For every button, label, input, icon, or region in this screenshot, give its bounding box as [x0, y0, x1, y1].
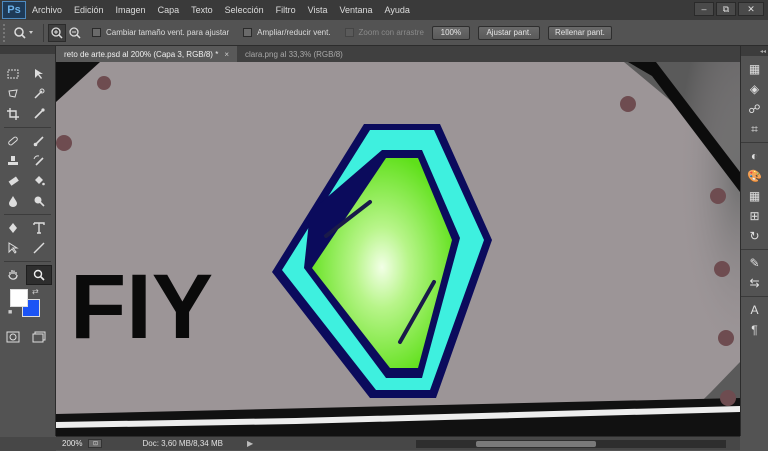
line-tool-icon[interactable]: [26, 238, 52, 258]
status-menu-arrow-icon[interactable]: ▶: [247, 439, 253, 448]
restore-button[interactable]: ⧉: [716, 2, 736, 16]
eyedropper-icon[interactable]: [26, 104, 52, 124]
layers-panel-icon[interactable]: ◈: [741, 79, 768, 99]
color-panel-icon[interactable]: 🎨: [741, 166, 768, 186]
menu-seleccion[interactable]: Selección: [219, 0, 270, 20]
right-panel-dock: ◂◂ ▦ ◈ ☍ ⌗ ◐ 🎨 ▦ ⊞ ↻ ✎ ⇆ A ¶: [740, 46, 768, 436]
zoom-out-icon[interactable]: [66, 24, 84, 42]
brush-icon[interactable]: [26, 131, 52, 151]
menu-edicion[interactable]: Edición: [68, 0, 110, 20]
color-swatches: ⇄ ■: [0, 287, 55, 321]
fit-screen-button[interactable]: Ajustar pant.: [477, 25, 540, 40]
eraser-icon[interactable]: [0, 171, 26, 191]
window-controls: – ⧉ ✕: [694, 2, 764, 16]
checkbox-box[interactable]: [92, 28, 101, 37]
quick-mask-icon[interactable]: [0, 327, 26, 347]
menu-texto[interactable]: Texto: [185, 0, 219, 20]
scrubby-zoom-label: Zoom con arrastre: [358, 28, 424, 37]
history-panel-icon[interactable]: ↻: [741, 226, 768, 246]
tab-clara[interactable]: clara.png al 33,3% (RGB/8): [237, 46, 351, 62]
path-selection-icon[interactable]: [0, 238, 26, 258]
zoom-level-readout[interactable]: 200%: [56, 439, 88, 448]
minimize-button[interactable]: –: [694, 2, 714, 16]
horizontal-scrollbar[interactable]: [416, 440, 726, 448]
checkbox-box[interactable]: [344, 28, 354, 37]
dock-collapse-icon[interactable]: ◂◂: [741, 46, 768, 56]
healing-brush-icon[interactable]: [0, 131, 26, 151]
clone-source-icon[interactable]: ⇆: [741, 273, 768, 293]
dock-bottom: [740, 436, 768, 450]
history-brush-icon[interactable]: [26, 151, 52, 171]
swap-colors-icon[interactable]: ⇄: [32, 287, 39, 296]
tab-label: reto de arte.psd al 200% (Capa 3, RGB/8)…: [64, 49, 219, 59]
type-tool-icon[interactable]: [26, 218, 52, 238]
options-bar: Cambiar tamaño vent. para ajustar Amplia…: [0, 20, 768, 46]
status-bar: 200% ⊡ Doc: 3,60 MB/8,34 MB ▶: [0, 436, 740, 451]
default-colors-icon[interactable]: ■: [8, 309, 12, 316]
scrubby-zoom-checkbox[interactable]: Zoom con arrastre: [344, 28, 424, 37]
foreground-color-swatch[interactable]: [10, 289, 28, 307]
hand-tool-icon[interactable]: [0, 265, 26, 285]
rectangular-marquee-icon[interactable]: [0, 64, 26, 84]
channels-panel-icon[interactable]: ☍: [741, 99, 768, 119]
screen-mode-icon[interactable]: [26, 327, 52, 347]
zoom-all-windows-checkbox[interactable]: Ampliar/reducir vent.: [243, 28, 331, 37]
menu-archivo[interactable]: Archivo: [26, 0, 68, 20]
swatches-panel-icon[interactable]: ▦: [741, 186, 768, 206]
fill-screen-button[interactable]: Rellenar pant.: [547, 25, 612, 40]
paint-bucket-icon[interactable]: [26, 171, 52, 191]
resize-windows-checkbox[interactable]: Cambiar tamaño vent. para ajustar: [92, 28, 229, 37]
zoom-in-icon[interactable]: [48, 23, 66, 42]
photoshop-logo: Ps: [2, 1, 26, 19]
zoom-tool-icon[interactable]: [26, 265, 52, 285]
brush-presets-icon[interactable]: ✎: [741, 253, 768, 273]
menu-bar: Ps Archivo Edición Imagen Capa Texto Sel…: [0, 0, 768, 20]
tools-panel-header[interactable]: [0, 46, 55, 54]
blur-icon[interactable]: [0, 191, 26, 211]
quick-selection-icon[interactable]: [26, 84, 52, 104]
canvas-text: FIY: [70, 256, 213, 358]
resize-windows-label: Cambiar tamaño vent. para ajustar: [106, 28, 230, 37]
menu-ventana[interactable]: Ventana: [334, 0, 379, 20]
menu-ayuda[interactable]: Ayuda: [379, 0, 416, 20]
proof-icon[interactable]: ⊡: [88, 439, 103, 448]
document-canvas[interactable]: FIY: [56, 62, 740, 436]
pen-icon[interactable]: [0, 218, 26, 238]
lasso-icon[interactable]: [0, 84, 26, 104]
separator: [4, 214, 51, 215]
adjustments-panel-icon[interactable]: ◐: [741, 146, 768, 166]
zoom-tool-preset-icon[interactable]: [9, 23, 39, 43]
tab-reto-de-arte[interactable]: reto de arte.psd al 200% (Capa 3, RGB/8)…: [56, 46, 237, 62]
menu-filtro[interactable]: Filtro: [270, 0, 302, 20]
clone-stamp-icon[interactable]: [0, 151, 26, 171]
paths-panel-icon[interactable]: ⌗: [741, 119, 768, 139]
zoom-all-windows-label: Ampliar/reducir vent.: [257, 28, 331, 37]
move-tool-icon[interactable]: [26, 64, 52, 84]
tab-label: clara.png al 33,3% (RGB/8): [244, 49, 343, 59]
artwork: FIY: [56, 62, 740, 436]
separator: [4, 127, 51, 128]
menu-imagen[interactable]: Imagen: [110, 0, 152, 20]
tools-panel: ⇄ ■: [0, 46, 56, 436]
close-tab-icon[interactable]: ×: [224, 50, 229, 59]
status-bar-left: [0, 437, 56, 451]
dodge-icon[interactable]: [26, 191, 52, 211]
crop-icon[interactable]: [0, 104, 26, 124]
zoom-100-button[interactable]: 100%: [431, 25, 470, 40]
menu-capa[interactable]: Capa: [152, 0, 186, 20]
close-window-button[interactable]: ✕: [738, 2, 764, 16]
info-panel-icon[interactable]: ⊞: [741, 206, 768, 226]
menu-vista[interactable]: Vista: [302, 0, 334, 20]
document-tabs: reto de arte.psd al 200% (Capa 3, RGB/8)…: [56, 46, 740, 62]
document-size-info: Doc: 3,60 MB/8,34 MB: [142, 439, 223, 448]
separator: [43, 23, 44, 42]
scrollbar-thumb[interactable]: [476, 441, 596, 447]
separator: [4, 261, 51, 262]
paragraph-panel-icon[interactable]: ¶: [741, 320, 768, 340]
character-panel-icon[interactable]: A: [741, 300, 768, 320]
checkbox-box[interactable]: [243, 28, 253, 37]
styles-panel-icon[interactable]: ▦: [741, 59, 768, 79]
